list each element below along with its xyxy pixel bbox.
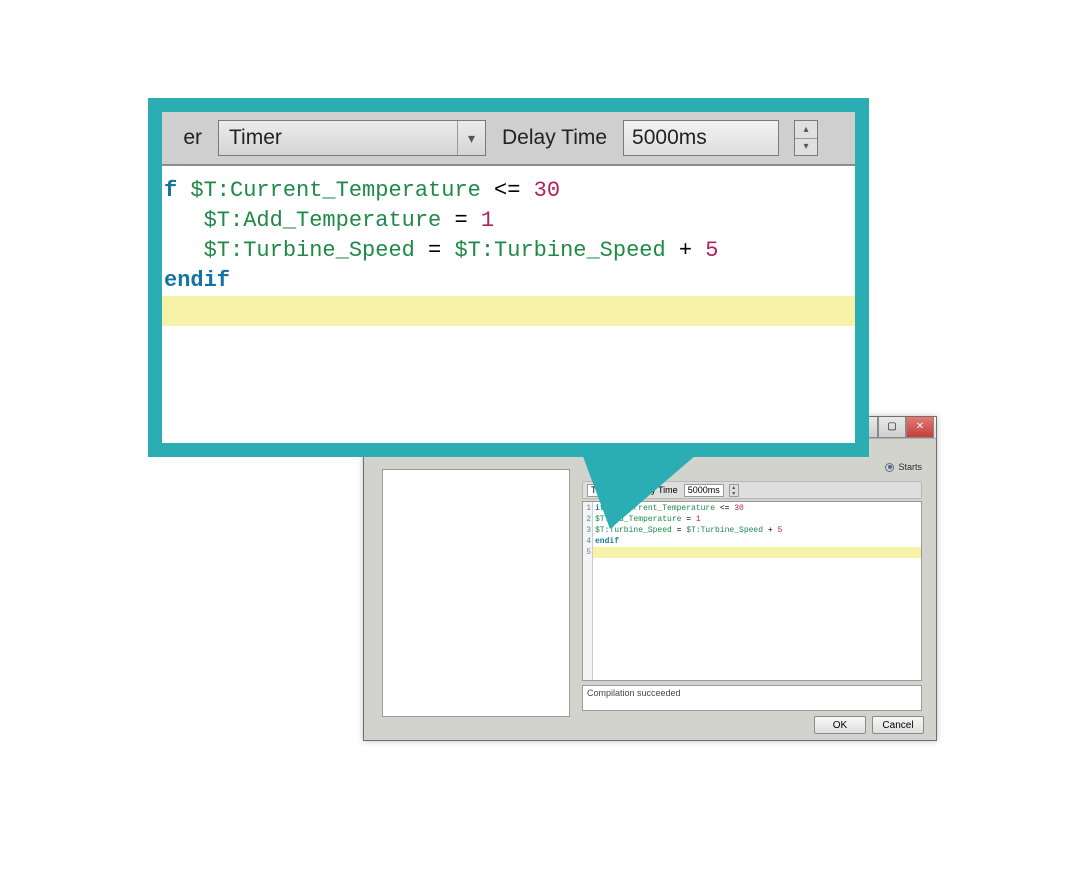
- starts-radio[interactable]: [885, 463, 894, 472]
- spin-down-icon[interactable]: ▾: [730, 491, 738, 497]
- starts-label: Starts: [898, 462, 922, 472]
- compile-status-text: Compilation succeeded: [587, 688, 681, 698]
- zoom-current-line-highlight: [162, 296, 855, 326]
- zoom-code-line: $T:Add_Temperature = 1: [164, 206, 855, 236]
- left-panel: [378, 459, 570, 717]
- zoom-spin-up-icon[interactable]: ▴: [795, 121, 817, 139]
- zoom-trigger-select[interactable]: Timer ▾: [218, 120, 486, 156]
- trigger-label-cut: er: [172, 126, 202, 150]
- cancel-button[interactable]: Cancel: [872, 716, 924, 734]
- close-button[interactable]: ✕: [906, 417, 934, 438]
- zoom-code-line: $T:Turbine_Speed = $T:Turbine_Speed + 5: [164, 236, 855, 266]
- zoom-callout: er Timer ▾ Delay Time 5000ms ▴ ▾ f $T:Cu…: [148, 98, 869, 457]
- zoom-delay-label: Delay Time: [502, 126, 607, 150]
- compile-status: Compilation succeeded: [582, 685, 922, 711]
- zoom-code-line: endif: [164, 266, 855, 296]
- close-icon: ✕: [916, 422, 924, 432]
- ok-button[interactable]: OK: [814, 716, 866, 734]
- zoom-delay-input[interactable]: 5000ms: [623, 120, 779, 156]
- script-list[interactable]: [382, 469, 570, 717]
- zoom-toolbar: er Timer ▾ Delay Time 5000ms ▴ ▾: [162, 112, 855, 166]
- zoom-code[interactable]: f $T:Current_Temperature <= 30 $T:Add_Te…: [162, 166, 855, 443]
- maximize-icon: ▢: [887, 422, 896, 432]
- zoom-delay-spinner[interactable]: ▴ ▾: [794, 120, 818, 156]
- zoom-code-line: f $T:Current_Temperature <= 30: [164, 176, 855, 206]
- maximize-button[interactable]: ▢: [878, 417, 906, 438]
- zoom-inner: er Timer ▾ Delay Time 5000ms ▴ ▾ f $T:Cu…: [162, 112, 855, 443]
- zoom-delay-value: 5000ms: [632, 126, 707, 150]
- dropdown-icon: ▾: [457, 121, 485, 155]
- code-line: endif: [595, 536, 921, 547]
- run-option-row: Starts: [885, 459, 922, 475]
- zoom-trigger-value: Timer: [229, 126, 282, 150]
- zoom-spin-down-icon[interactable]: ▾: [795, 139, 817, 156]
- dialog-buttons: OK Cancel: [814, 716, 924, 734]
- delay-spinner[interactable]: ▴ ▾: [729, 484, 739, 497]
- current-line-highlight: [593, 547, 921, 558]
